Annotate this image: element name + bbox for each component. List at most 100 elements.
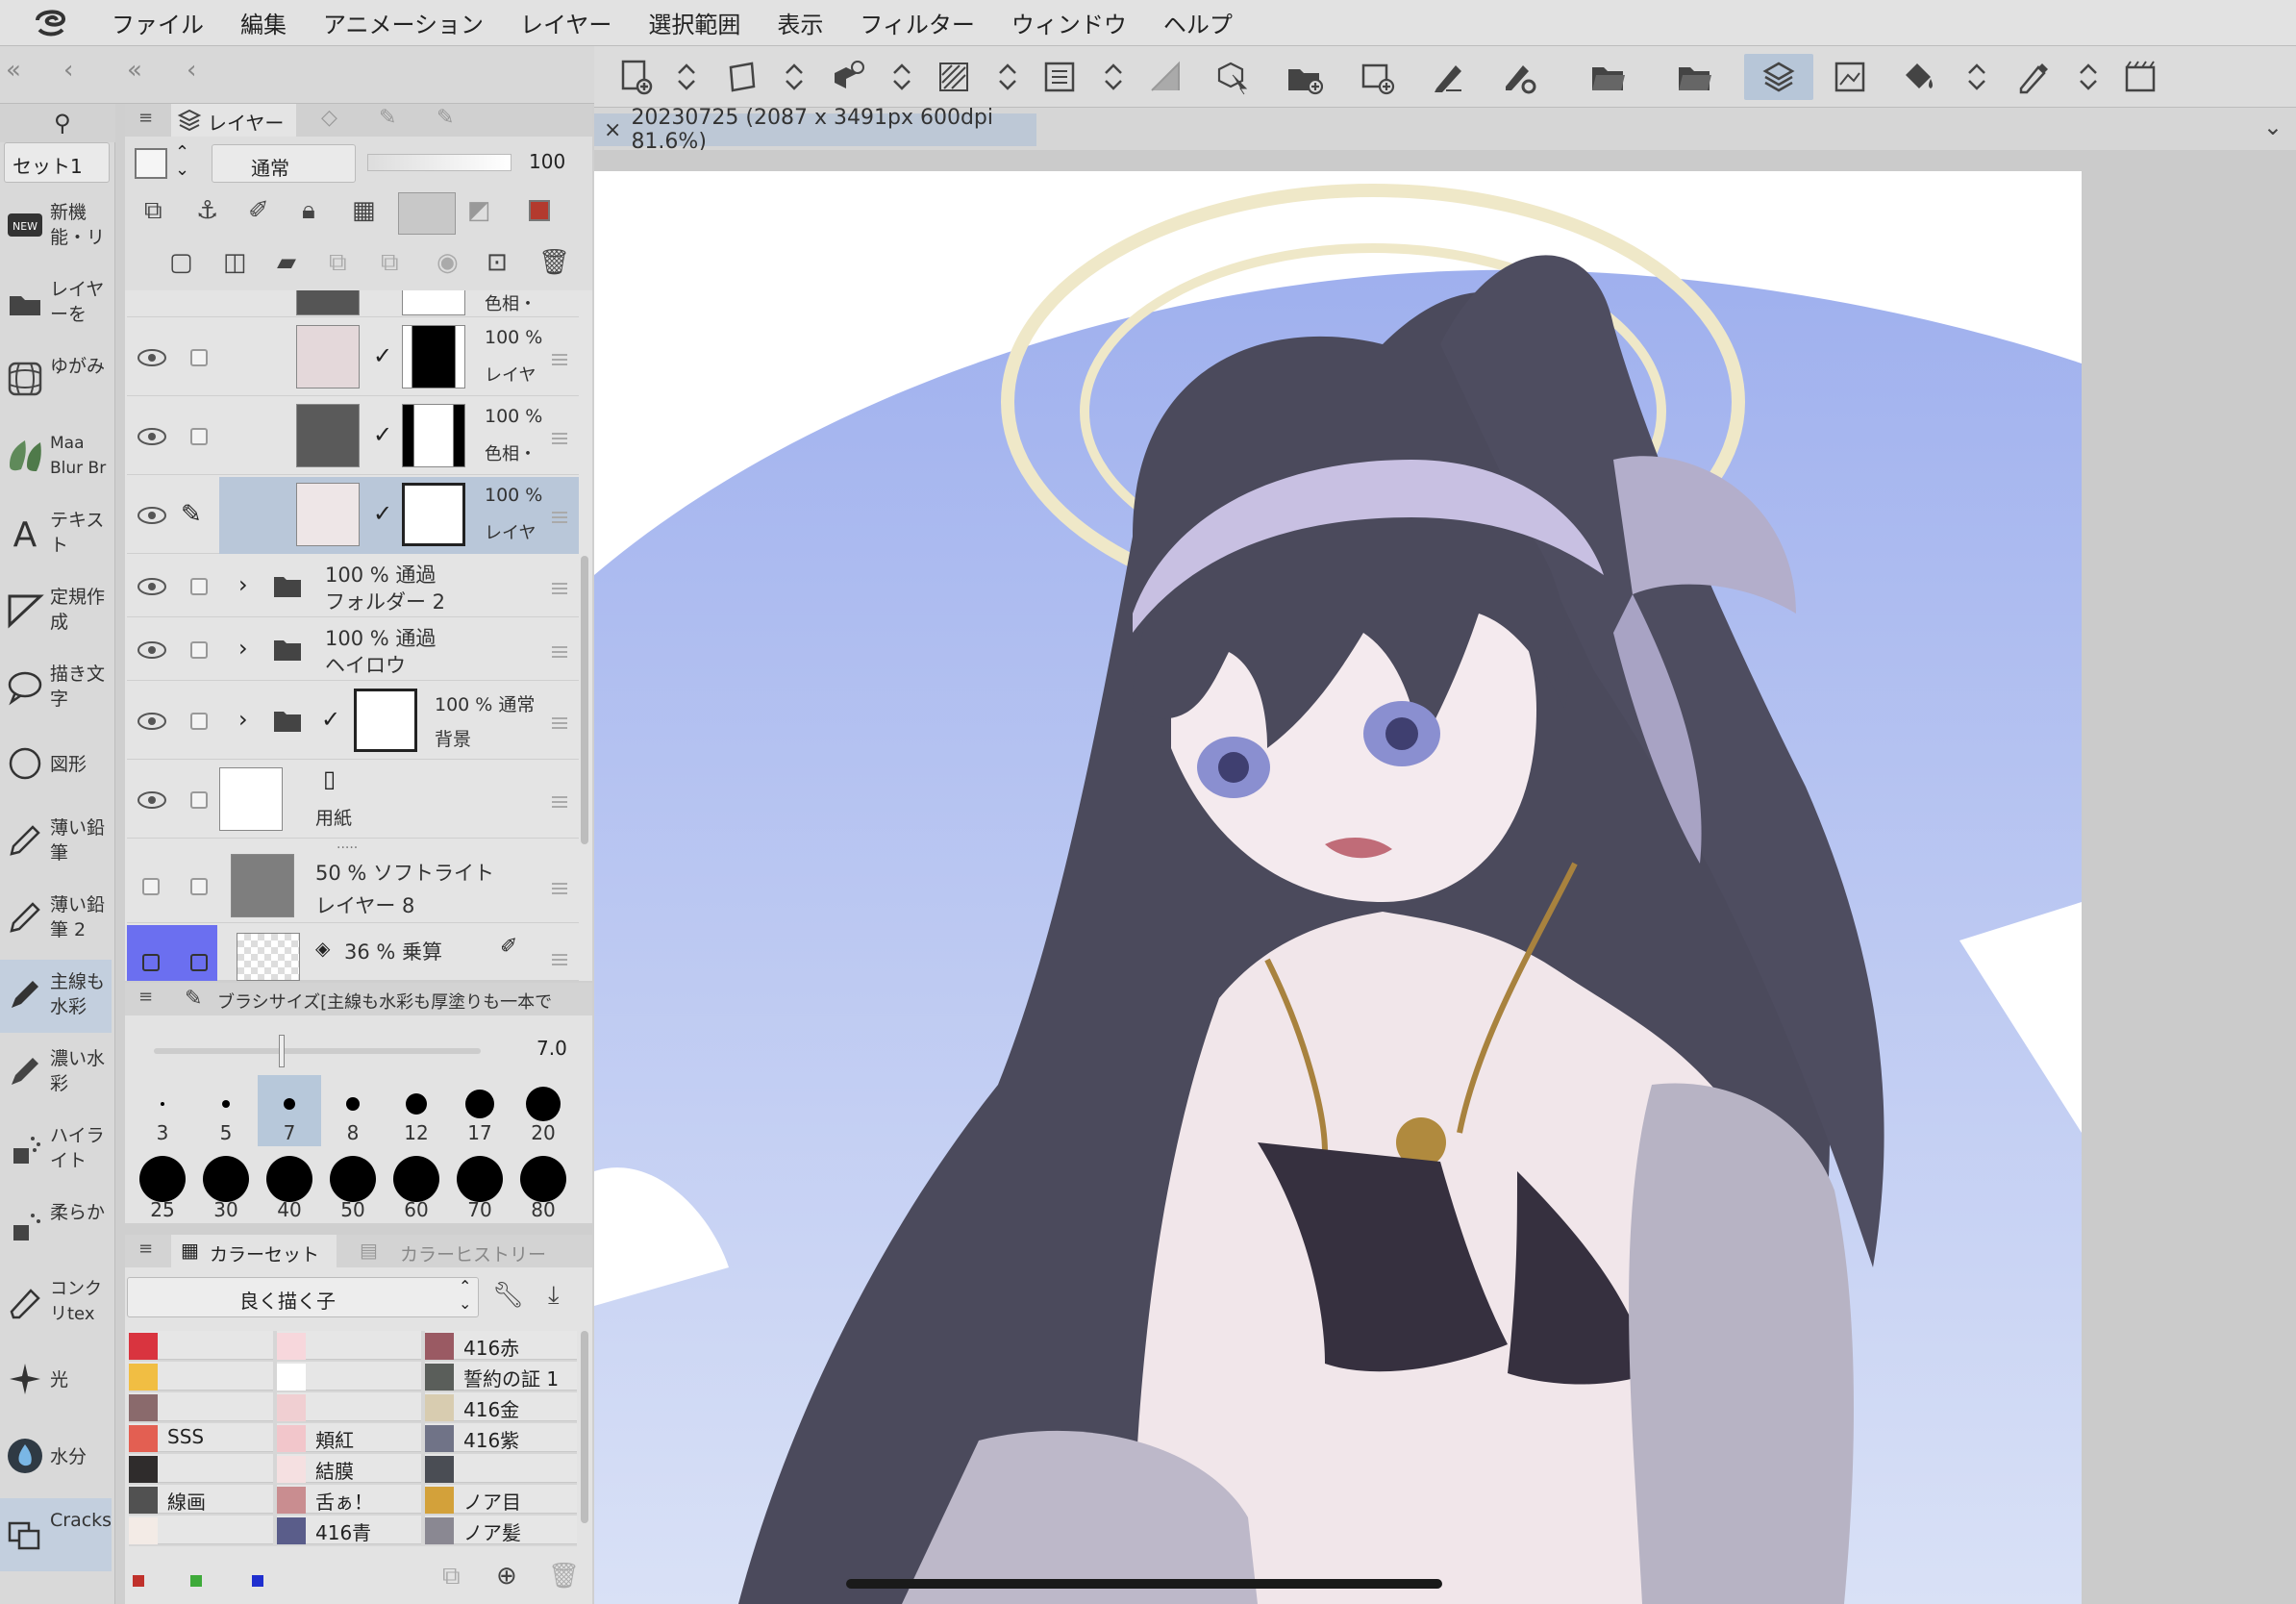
close-tab-icon[interactable]: ×: [604, 118, 621, 142]
color-swatch-row[interactable]: [129, 1331, 273, 1360]
layer-color-box[interactable]: [135, 148, 167, 179]
menu-view[interactable]: 表示: [777, 6, 823, 39]
tool-thin-pencil-2[interactable]: 薄い鉛筆 2: [0, 883, 112, 956]
drag-handle-icon[interactable]: [552, 433, 567, 444]
color-swatch-red[interactable]: [133, 1575, 144, 1587]
color-swatch-row[interactable]: ノア目: [425, 1485, 577, 1514]
color-swatch[interactable]: [277, 1425, 306, 1452]
color-swatch[interactable]: [129, 1364, 158, 1391]
color-swatch-row[interactable]: 線画: [129, 1485, 273, 1514]
drag-handle-icon[interactable]: [552, 512, 567, 523]
color-swatch-row[interactable]: [277, 1392, 421, 1421]
color-grid-scrollbar[interactable]: [581, 1331, 588, 1523]
new-layer-icon[interactable]: [1354, 54, 1400, 100]
pen-settings-icon[interactable]: [1425, 54, 1471, 100]
color-swatch[interactable]: [277, 1333, 306, 1360]
tab-subtool-icon[interactable]: ✎: [379, 106, 396, 130]
size-preset[interactable]: 80: [512, 1152, 575, 1223]
collapse-all-icon-2[interactable]: «: [127, 56, 142, 85]
collapse-all-icon[interactable]: «: [6, 56, 21, 85]
slider-thumb[interactable]: [279, 1035, 285, 1067]
color-swatch[interactable]: [129, 1517, 158, 1544]
drag-handle-icon[interactable]: [552, 796, 567, 808]
mask-off-icon[interactable]: ◩: [467, 196, 491, 225]
menu-edit[interactable]: 編集: [240, 6, 287, 39]
tone-icon[interactable]: [931, 54, 977, 100]
pen-tool-icon[interactable]: [2009, 54, 2056, 100]
wrench-icon[interactable]: 🔧︎: [492, 1281, 524, 1310]
color-swatch[interactable]: [425, 1364, 454, 1391]
menu-file[interactable]: ファイル: [112, 6, 204, 39]
chevron-right-icon[interactable]: ›: [238, 571, 248, 598]
menu-filter[interactable]: フィルター: [860, 6, 975, 39]
layer-checkbox[interactable]: [190, 878, 208, 895]
color-set-select[interactable]: 良く描く子 ⌃ ⌄: [127, 1277, 479, 1317]
3d-select-icon[interactable]: [1210, 54, 1256, 100]
tool-light[interactable]: 光: [0, 1344, 112, 1417]
drag-handle-icon[interactable]: [552, 954, 567, 965]
tool-balloon[interactable]: 描き文字: [0, 652, 112, 725]
size-preset[interactable]: 30: [194, 1152, 258, 1223]
layer-checkbox[interactable]: [190, 349, 208, 366]
navigator-icon[interactable]: [1827, 54, 1873, 100]
layer-checkbox[interactable]: [190, 641, 208, 659]
color-swatch-row[interactable]: [129, 1362, 273, 1391]
color-swatch-row[interactable]: [129, 1454, 273, 1483]
tool-new-features[interactable]: NEW 新機能・リ: [0, 190, 112, 263]
tool-water[interactable]: 水分: [0, 1421, 112, 1494]
updown-icon[interactable]: ⌃ ⌄: [175, 144, 189, 179]
add-color-icon[interactable]: ⊕: [496, 1562, 517, 1591]
color-swatch[interactable]: [425, 1394, 454, 1421]
tool-dark-watercolor[interactable]: 濃い水彩: [0, 1037, 112, 1110]
tool-ruler[interactable]: 定規作成: [0, 575, 112, 648]
tool-main-line-watercolor[interactable]: 主線も水彩: [0, 960, 112, 1033]
visibility-eye-icon[interactable]: [137, 712, 167, 731]
color-swatch[interactable]: [129, 1394, 158, 1421]
import-icon[interactable]: ⤓: [548, 1281, 560, 1311]
merge-icon[interactable]: ⧉: [381, 248, 399, 278]
visibility-eye-icon[interactable]: [137, 506, 167, 525]
document-tab[interactable]: × 20230725 (2087 x 3491px 600dpi 81.6%): [594, 106, 1036, 154]
tool-liquify[interactable]: ゆがみ: [0, 344, 112, 417]
visibility-checkbox[interactable]: [142, 878, 160, 895]
color-swatch-blue[interactable]: [252, 1575, 263, 1587]
transfer-icon[interactable]: ⧉: [329, 248, 347, 278]
collapse-icon-2[interactable]: ‹: [187, 56, 196, 85]
updown-icon[interactable]: [985, 54, 1031, 100]
color-swatch-green[interactable]: [190, 1575, 202, 1587]
layer-row[interactable]: 50 % ソフトライト レイヤー 8: [127, 850, 579, 923]
visibility-checkbox[interactable]: [142, 954, 160, 971]
tool-cracks[interactable]: Cracks: [0, 1498, 112, 1571]
updown-icon[interactable]: [771, 54, 817, 100]
camera-icon[interactable]: ⊡: [487, 248, 508, 277]
color-swatch[interactable]: [129, 1333, 158, 1360]
color-swatch[interactable]: [277, 1394, 306, 1421]
menu-layer[interactable]: レイヤー: [520, 6, 611, 39]
layer-panel-toggle-icon[interactable]: [1744, 54, 1813, 100]
lock-icon[interactable]: 🔒︎: [302, 196, 315, 226]
color-swatch[interactable]: [129, 1456, 158, 1483]
tab-color-set[interactable]: ▦ カラーセット: [171, 1235, 337, 1267]
drag-handle-icon[interactable]: [552, 646, 567, 658]
tool-blur[interactable]: Maa Blur Br: [0, 421, 112, 494]
color-swatch[interactable]: [425, 1487, 454, 1514]
size-preset[interactable]: 5: [194, 1075, 258, 1146]
updown-icon[interactable]: [663, 54, 710, 100]
color-swatch-row[interactable]: 416紫: [425, 1423, 577, 1452]
blend-mode-select[interactable]: 通常: [212, 144, 356, 183]
tool-highlight[interactable]: ハイライト: [0, 1114, 112, 1187]
search-icon[interactable]: ⚲: [54, 110, 71, 137]
updown-icon[interactable]: [2065, 54, 2111, 100]
copy-color-icon[interactable]: ⧉: [442, 1562, 461, 1591]
color-swatch[interactable]: [425, 1425, 454, 1452]
layer-row[interactable]: ✓ 100 % レイヤ: [127, 319, 579, 396]
color-swatch-row[interactable]: 416赤: [425, 1331, 577, 1360]
clip-studio-logo[interactable]: [25, 0, 75, 46]
layer-checkbox[interactable]: [190, 428, 208, 445]
tab-list-chevron-icon[interactable]: ⌄: [2263, 113, 2283, 140]
collapse-icon[interactable]: ‹: [63, 56, 73, 85]
paper-layer-row[interactable]: ▯ 用紙: [127, 762, 579, 839]
layer-checkbox[interactable]: [190, 578, 208, 595]
layer-checkbox[interactable]: [190, 791, 208, 809]
opacity-value[interactable]: 100: [529, 150, 565, 173]
